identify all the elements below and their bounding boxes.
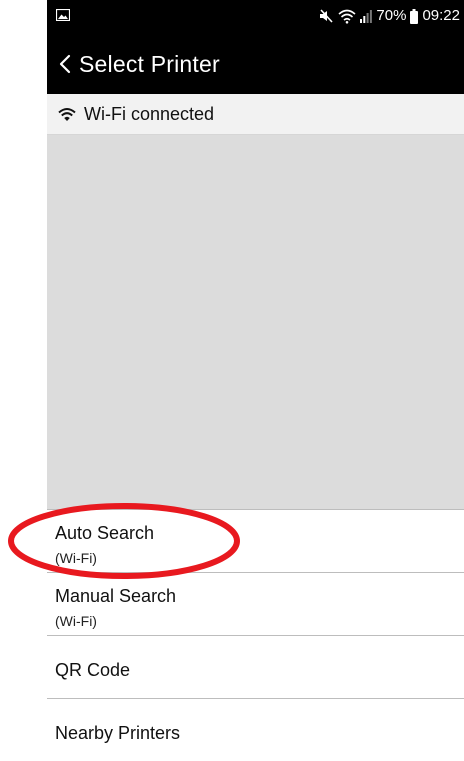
status-bar: 70% 09:22 xyxy=(47,0,464,34)
status-icons: 70% 09:22 xyxy=(318,7,460,25)
clock: 09:22 xyxy=(422,7,460,24)
phone-screen: 70% 09:22 Select Printer Wi-Fi connected… xyxy=(47,0,464,761)
menu-item-manual-search[interactable]: Manual Search (Wi-Fi) xyxy=(47,572,464,635)
printer-list-area xyxy=(47,135,464,509)
menu-item-qr-code[interactable]: QR Code xyxy=(47,635,464,698)
search-menu: Auto Search (Wi-Fi) Manual Search (Wi-Fi… xyxy=(47,509,464,761)
gallery-notification-icon xyxy=(56,9,70,21)
menu-item-sublabel: (Wi-Fi) xyxy=(55,613,97,629)
menu-item-label: Nearby Printers xyxy=(55,723,181,743)
back-button[interactable] xyxy=(47,34,71,94)
menu-item-label: Auto Search xyxy=(55,523,155,543)
menu-item-auto-search[interactable]: Auto Search (Wi-Fi) xyxy=(47,509,464,572)
connection-status-row: Wi-Fi connected xyxy=(47,94,464,135)
battery-percent: 70% xyxy=(376,7,407,24)
menu-item-label: QR Code xyxy=(55,660,131,680)
mute-icon xyxy=(320,9,334,23)
battery-icon xyxy=(410,8,419,24)
chevron-left-icon xyxy=(59,54,71,74)
app-bar: Select Printer xyxy=(47,34,464,94)
menu-item-nearby-printers[interactable]: Nearby Printers xyxy=(47,698,464,761)
page-title: Select Printer xyxy=(79,50,220,77)
wifi-status-icon xyxy=(338,9,356,24)
menu-item-sublabel: (Wi-Fi) xyxy=(55,550,97,566)
wifi-icon xyxy=(58,107,76,121)
signal-icon xyxy=(360,10,373,23)
menu-item-label: Manual Search xyxy=(55,586,177,606)
connection-status-label: Wi-Fi connected xyxy=(84,103,215,124)
